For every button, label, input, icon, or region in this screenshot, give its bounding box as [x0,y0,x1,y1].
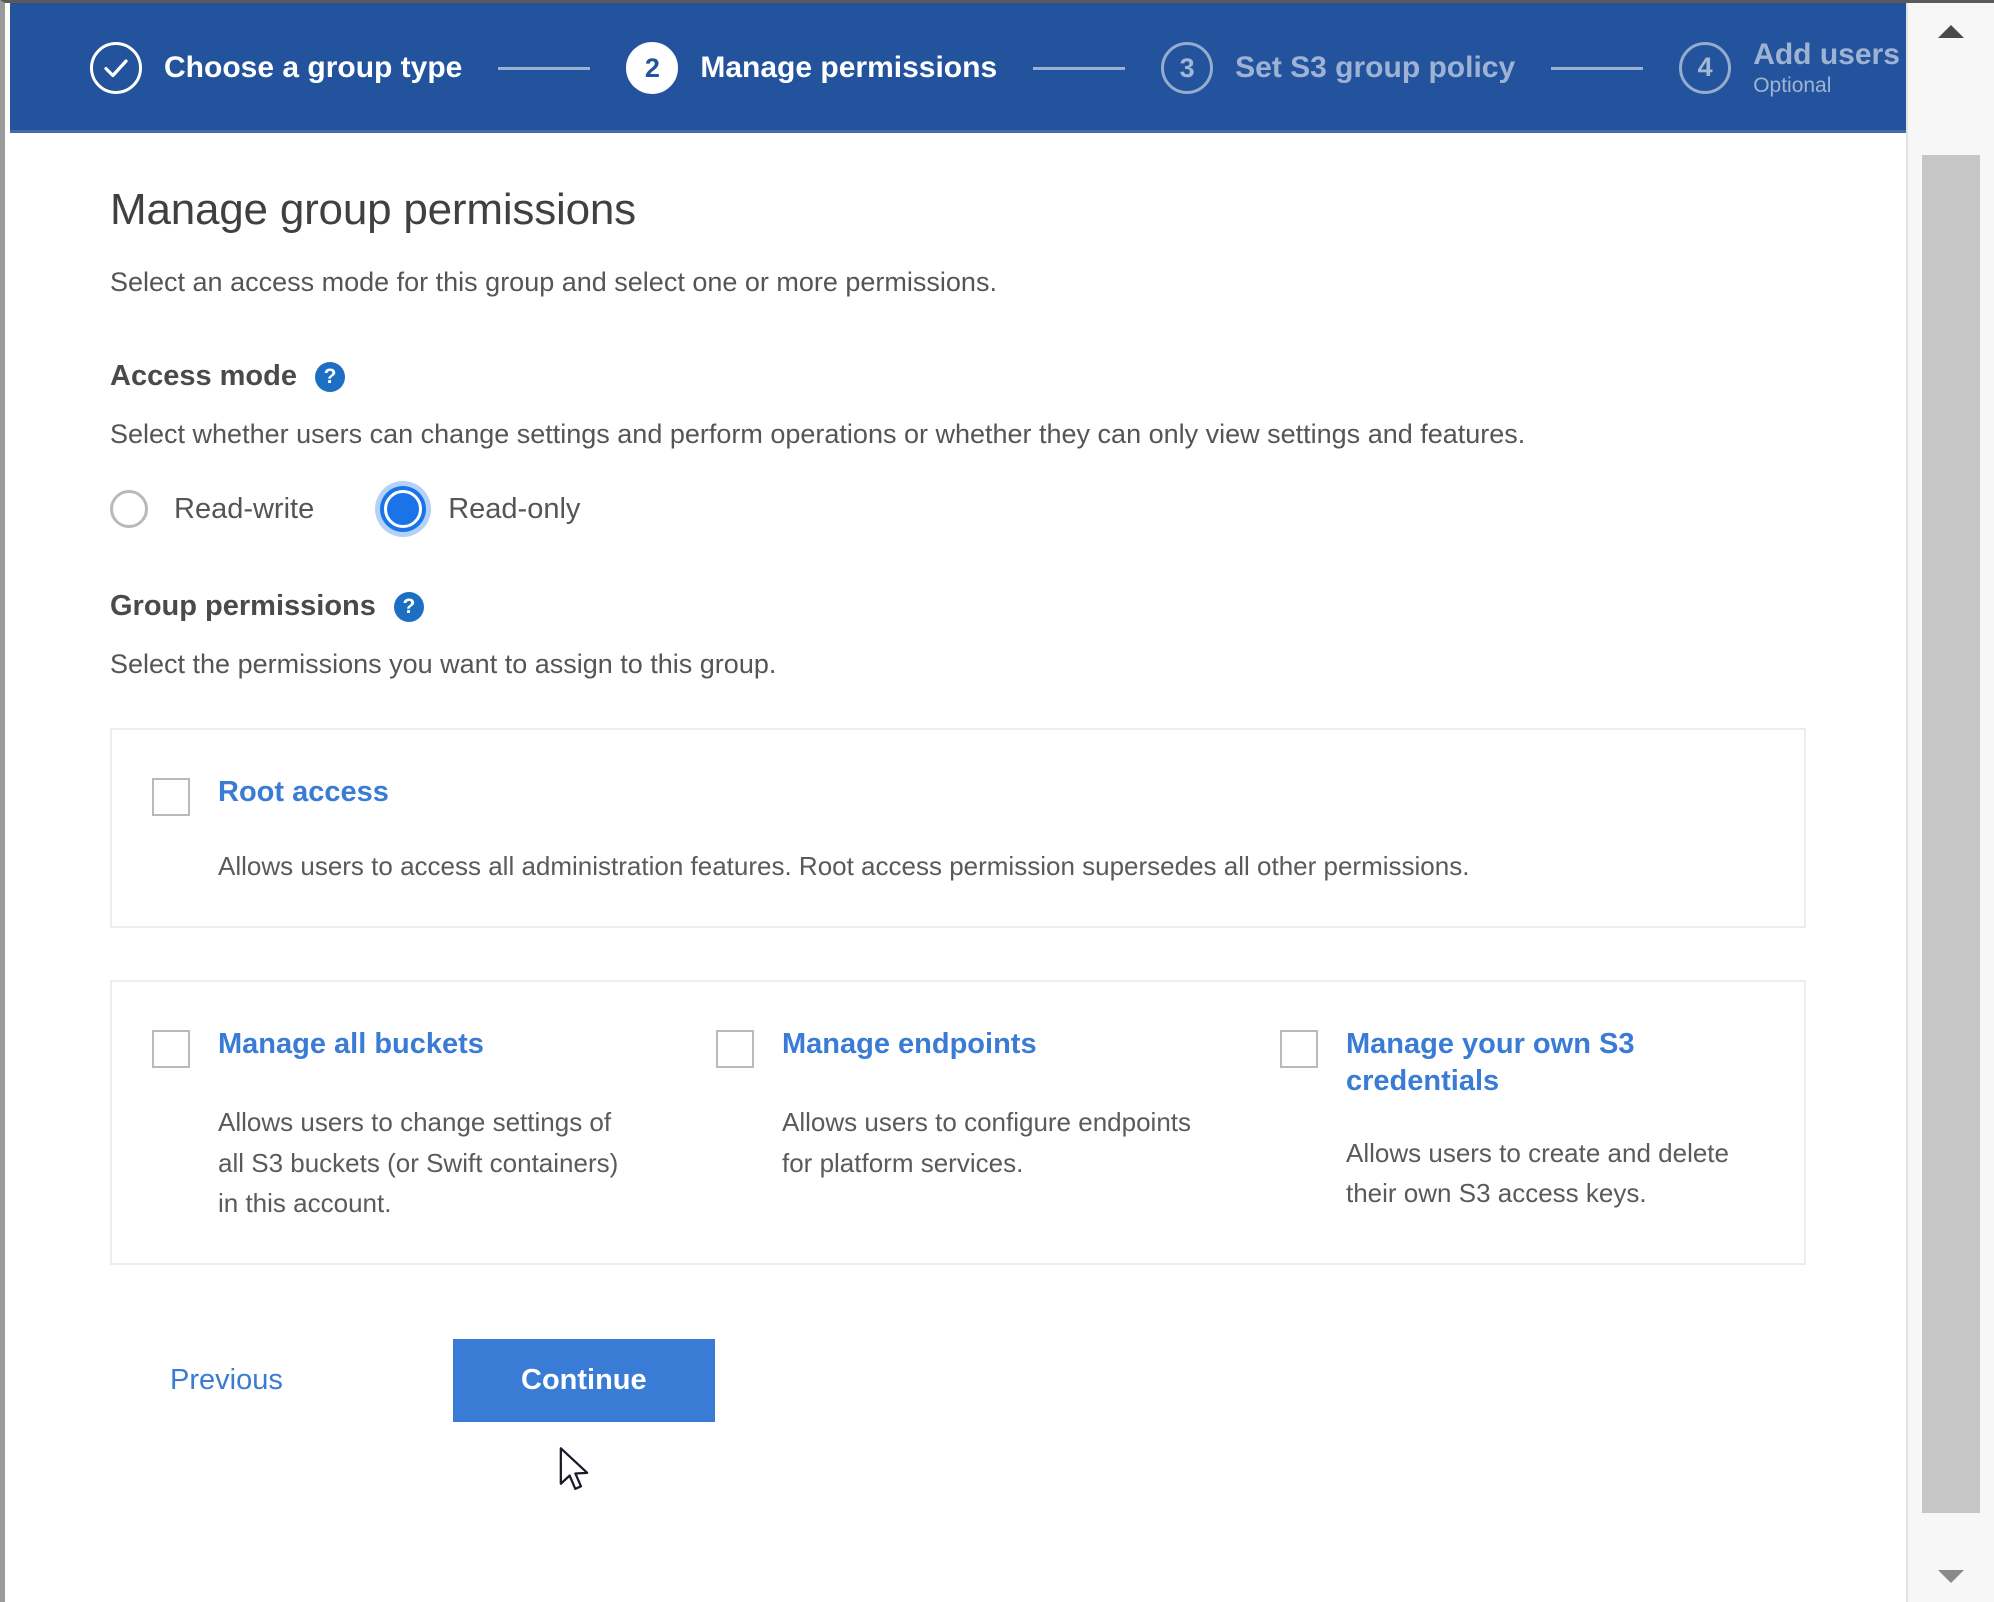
chevron-up-icon [1938,25,1964,38]
permission-item-manage-own-s3-credentials: Manage your own S3 credentials Allows us… [1240,1026,1804,1223]
description-manage-own-s3-credentials: Allows users to create and delete their … [1346,1137,1729,1209]
vertical-scrollbar[interactable] [1906,3,1994,1602]
previous-button[interactable]: Previous [170,1364,283,1397]
page-title: Manage group permissions [110,185,636,234]
permission-item-manage-endpoints: Manage endpoints Allows users to configu… [676,1026,1240,1223]
wizard-step-header: Choose a group type 2 Manage permissions… [10,3,1906,133]
checkbox-manage-own-s3-credentials[interactable] [1280,1030,1318,1069]
wizard-actions: Previous Continue [110,1339,1906,1423]
scroll-down-button[interactable] [1908,1549,1994,1602]
access-mode-label: Access mode [110,360,297,392]
page-body: Manage group permissions Select an acces… [10,133,1906,1602]
step-1-label: Choose a group type [164,50,463,84]
step-3-label: Set S3 group policy [1235,50,1516,84]
wizard-step-2[interactable]: 2 Manage permissions [626,42,997,94]
page-subtitle: Select an access mode for this group and… [110,267,997,297]
application-window: Choose a group type 2 Manage permissions… [0,0,1994,1602]
continue-button[interactable]: Continue [452,1339,715,1423]
step-4-sublabel: Optional [1753,74,1832,98]
description-manage-all-buckets: Allows users to change settings of all S… [218,1107,619,1218]
wizard-step-1[interactable]: Choose a group type [90,42,462,94]
step-2-bullet: 2 [626,42,679,94]
step-connector-1 [498,66,591,70]
radio-option-read-write[interactable]: Read-write [110,490,314,528]
root-access-card: Root access Allows users to access all a… [110,728,1806,929]
description-root-access: Allows users to access all administratio… [218,851,1470,881]
manage-endpoints-head: Manage endpoints [716,1026,1196,1069]
radio-read-write-mark[interactable] [110,490,148,528]
step-connector-2 [1033,66,1126,70]
check-icon [104,59,128,78]
scroll-up-button[interactable] [1908,3,1994,59]
permissions-columns: Manage all buckets Allows users to chang… [112,1026,1804,1223]
label-manage-endpoints[interactable]: Manage endpoints [782,1026,1037,1062]
group-permissions-description: Select the permissions you want to assig… [110,649,777,679]
radio-read-only-mark[interactable] [384,490,423,528]
group-permissions-help-icon[interactable]: ? [393,591,424,622]
group-permissions-label-row: Group permissions ? [110,590,1906,623]
checkbox-manage-all-buckets[interactable] [152,1030,190,1069]
step-1-bullet [90,42,142,94]
scrollbar-thumb[interactable] [1922,155,1980,1513]
label-manage-own-s3-credentials[interactable]: Manage your own S3 credentials [1346,1026,1760,1099]
permission-item-root-access: Root access Allows users to access all a… [112,774,1804,886]
access-mode-help-icon[interactable]: ? [315,361,345,392]
step-2-label: Manage permissions [700,50,998,84]
access-mode-description: Select whether users can change settings… [110,419,1526,449]
step-3-bullet: 3 [1161,42,1214,94]
step-4-bullet: 4 [1679,41,1732,94]
checkbox-manage-endpoints[interactable] [716,1030,754,1069]
group-permissions-label: Group permissions [110,590,376,622]
access-mode-label-row: Access mode ? [110,360,1906,393]
radio-option-read-only[interactable]: Read-only [384,490,580,528]
wizard-step-3[interactable]: 3 Set S3 group policy [1161,42,1515,94]
step-4-label: Add users [1753,37,1900,71]
chevron-down-icon [1938,1570,1964,1583]
description-manage-endpoints: Allows users to configure endpoints for … [782,1107,1192,1178]
wizard-step-4[interactable]: 4 Add users Optional [1679,38,1900,99]
label-manage-all-buckets[interactable]: Manage all buckets [218,1026,484,1062]
access-mode-radio-group: Read-write Read-only [110,490,1906,528]
radio-read-write-label: Read-write [174,492,315,525]
label-root-access[interactable]: Root access [218,774,389,810]
checkbox-root-access[interactable] [152,778,190,816]
permissions-card: Manage all buckets Allows users to chang… [110,980,1806,1266]
manage-all-buckets-head: Manage all buckets [152,1026,632,1069]
root-access-columns: Root access Allows users to access all a… [112,774,1804,886]
radio-read-only-label: Read-only [448,492,581,525]
step-4-label-group: Add users Optional [1753,38,1900,99]
permission-item-manage-all-buckets: Manage all buckets Allows users to chang… [112,1026,676,1223]
step-connector-3 [1551,66,1644,70]
root-access-head: Root access [152,774,1764,816]
manage-own-s3-credentials-head: Manage your own S3 credentials [1280,1026,1760,1099]
